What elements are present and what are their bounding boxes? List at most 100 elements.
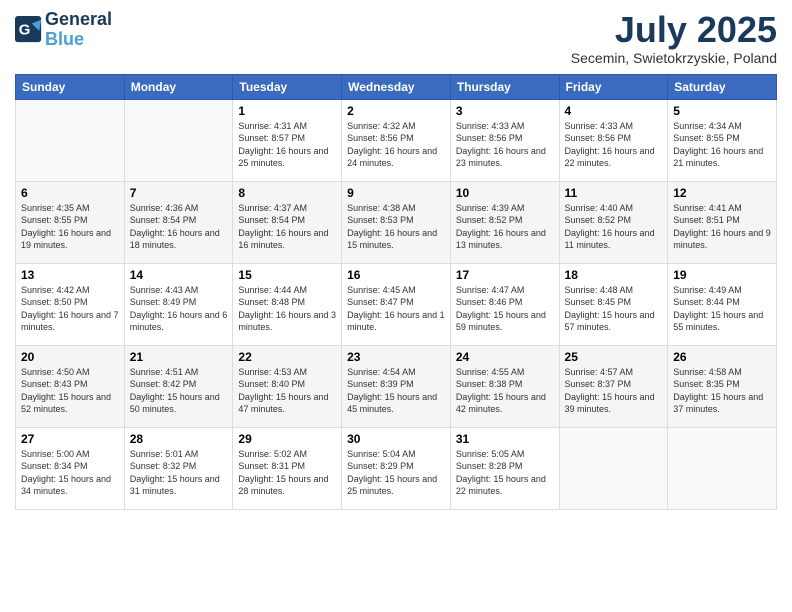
day-info: Sunrise: 4:32 AM Sunset: 8:56 PM Dayligh… <box>347 120 445 170</box>
day-number: 3 <box>456 104 554 118</box>
day-info: Sunrise: 4:48 AM Sunset: 8:45 PM Dayligh… <box>565 284 663 334</box>
day-number: 8 <box>238 186 336 200</box>
day-number: 25 <box>565 350 663 364</box>
calendar-cell: 15 Sunrise: 4:44 AM Sunset: 8:48 PM Dayli… <box>233 263 342 345</box>
calendar-cell: 14 Sunrise: 4:43 AM Sunset: 8:49 PM Dayli… <box>124 263 233 345</box>
day-number: 31 <box>456 432 554 446</box>
day-number: 2 <box>347 104 445 118</box>
day-number: 27 <box>21 432 119 446</box>
day-info: Sunrise: 5:04 AM Sunset: 8:29 PM Dayligh… <box>347 448 445 498</box>
day-number: 4 <box>565 104 663 118</box>
day-number: 21 <box>130 350 228 364</box>
day-info: Sunrise: 4:43 AM Sunset: 8:49 PM Dayligh… <box>130 284 228 334</box>
day-number: 17 <box>456 268 554 282</box>
calendar-cell <box>559 427 668 509</box>
calendar-cell: 3Sunrise: 4:33 AM Sunset: 8:56 PM Daylig… <box>450 99 559 181</box>
calendar-cell: 1 Sunrise: 4:31 AM Sunset: 8:57 PM Daylig… <box>233 99 342 181</box>
day-info: Sunrise: 4:44 AM Sunset: 8:48 PM Dayligh… <box>238 284 336 334</box>
header-saturday: Saturday <box>668 74 777 99</box>
calendar-week-1: 1 Sunrise: 4:31 AM Sunset: 8:57 PM Daylig… <box>16 99 777 181</box>
calendar-cell: 16 Sunrise: 4:45 AM Sunset: 8:47 PM Dayli… <box>342 263 451 345</box>
day-number: 11 <box>565 186 663 200</box>
day-number: 26 <box>673 350 771 364</box>
day-number: 14 <box>130 268 228 282</box>
calendar-cell: 13 Sunrise: 4:42 AM Sunset: 8:50 PM Dayli… <box>16 263 125 345</box>
day-info: Sunrise: 5:01 AM Sunset: 8:32 PM Dayligh… <box>130 448 228 498</box>
day-number: 6 <box>21 186 119 200</box>
calendar-cell <box>668 427 777 509</box>
calendar-table: SundayMondayTuesdayWednesdayThursdayFrid… <box>15 74 777 510</box>
day-info: Sunrise: 4:34 AM Sunset: 8:55 PM Dayligh… <box>673 120 771 170</box>
day-info: Sunrise: 4:31 AM Sunset: 8:57 PM Dayligh… <box>238 120 336 170</box>
day-number: 5 <box>673 104 771 118</box>
day-info: Sunrise: 4:47 AM Sunset: 8:46 PM Dayligh… <box>456 284 554 334</box>
calendar-cell: 20 Sunrise: 4:50 AM Sunset: 8:43 PM Dayli… <box>16 345 125 427</box>
day-number: 9 <box>347 186 445 200</box>
calendar-cell: 18Sunrise: 4:48 AM Sunset: 8:45 PM Dayli… <box>559 263 668 345</box>
header-wednesday: Wednesday <box>342 74 451 99</box>
month-title: July 2025 <box>571 10 777 50</box>
calendar-week-5: 27 Sunrise: 5:00 AM Sunset: 8:34 PM Dayli… <box>16 427 777 509</box>
day-number: 19 <box>673 268 771 282</box>
calendar-cell: 21 Sunrise: 4:51 AM Sunset: 8:42 PM Dayli… <box>124 345 233 427</box>
calendar-cell: 5 Sunrise: 4:34 AM Sunset: 8:55 PM Daylig… <box>668 99 777 181</box>
day-info: Sunrise: 4:42 AM Sunset: 8:50 PM Dayligh… <box>21 284 119 334</box>
day-info: Sunrise: 4:39 AM Sunset: 8:52 PM Dayligh… <box>456 202 554 252</box>
header-tuesday: Tuesday <box>233 74 342 99</box>
calendar-cell: 9 Sunrise: 4:38 AM Sunset: 8:53 PM Daylig… <box>342 181 451 263</box>
day-info: Sunrise: 4:49 AM Sunset: 8:44 PM Dayligh… <box>673 284 771 334</box>
day-number: 24 <box>456 350 554 364</box>
day-info: Sunrise: 4:37 AM Sunset: 8:54 PM Dayligh… <box>238 202 336 252</box>
location-subtitle: Secemin, Swietokrzyskie, Poland <box>571 50 777 66</box>
day-number: 13 <box>21 268 119 282</box>
day-number: 16 <box>347 268 445 282</box>
calendar-cell: 11 Sunrise: 4:40 AM Sunset: 8:52 PM Dayli… <box>559 181 668 263</box>
day-info: Sunrise: 4:51 AM Sunset: 8:42 PM Dayligh… <box>130 366 228 416</box>
day-info: Sunrise: 5:05 AM Sunset: 8:28 PM Dayligh… <box>456 448 554 498</box>
day-info: Sunrise: 4:57 AM Sunset: 8:37 PM Dayligh… <box>565 366 663 416</box>
logo-icon: G <box>15 16 43 44</box>
day-info: Sunrise: 4:55 AM Sunset: 8:38 PM Dayligh… <box>456 366 554 416</box>
calendar-cell: 22Sunrise: 4:53 AM Sunset: 8:40 PM Dayli… <box>233 345 342 427</box>
day-number: 30 <box>347 432 445 446</box>
calendar-cell: 29Sunrise: 5:02 AM Sunset: 8:31 PM Dayli… <box>233 427 342 509</box>
calendar-cell: 2 Sunrise: 4:32 AM Sunset: 8:56 PM Daylig… <box>342 99 451 181</box>
calendar-cell: 30 Sunrise: 5:04 AM Sunset: 8:29 PM Dayli… <box>342 427 451 509</box>
day-number: 10 <box>456 186 554 200</box>
calendar-cell: 19 Sunrise: 4:49 AM Sunset: 8:44 PM Dayli… <box>668 263 777 345</box>
day-info: Sunrise: 4:33 AM Sunset: 8:56 PM Dayligh… <box>565 120 663 170</box>
day-number: 22 <box>238 350 336 364</box>
day-info: Sunrise: 5:00 AM Sunset: 8:34 PM Dayligh… <box>21 448 119 498</box>
calendar-cell: 6Sunrise: 4:35 AM Sunset: 8:55 PM Daylig… <box>16 181 125 263</box>
calendar-cell: 26 Sunrise: 4:58 AM Sunset: 8:35 PM Dayli… <box>668 345 777 427</box>
day-info: Sunrise: 4:38 AM Sunset: 8:53 PM Dayligh… <box>347 202 445 252</box>
svg-text:G: G <box>19 21 31 38</box>
day-info: Sunrise: 4:41 AM Sunset: 8:51 PM Dayligh… <box>673 202 771 252</box>
header-monday: Monday <box>124 74 233 99</box>
day-number: 7 <box>130 186 228 200</box>
calendar-cell: 7Sunrise: 4:36 AM Sunset: 8:54 PM Daylig… <box>124 181 233 263</box>
calendar-header-row: SundayMondayTuesdayWednesdayThursdayFrid… <box>16 74 777 99</box>
calendar-cell: 8 Sunrise: 4:37 AM Sunset: 8:54 PM Daylig… <box>233 181 342 263</box>
page-header: G GeneralBlue July 2025 Secemin, Swietok… <box>15 10 777 66</box>
day-info: Sunrise: 4:50 AM Sunset: 8:43 PM Dayligh… <box>21 366 119 416</box>
calendar-week-3: 13 Sunrise: 4:42 AM Sunset: 8:50 PM Dayli… <box>16 263 777 345</box>
day-number: 20 <box>21 350 119 364</box>
calendar-cell: 25 Sunrise: 4:57 AM Sunset: 8:37 PM Dayli… <box>559 345 668 427</box>
calendar-cell: 4 Sunrise: 4:33 AM Sunset: 8:56 PM Daylig… <box>559 99 668 181</box>
calendar-week-2: 6Sunrise: 4:35 AM Sunset: 8:55 PM Daylig… <box>16 181 777 263</box>
day-info: Sunrise: 4:58 AM Sunset: 8:35 PM Dayligh… <box>673 366 771 416</box>
logo: G GeneralBlue <box>15 10 112 50</box>
header-friday: Friday <box>559 74 668 99</box>
calendar-cell: 28 Sunrise: 5:01 AM Sunset: 8:32 PM Dayli… <box>124 427 233 509</box>
day-info: Sunrise: 4:54 AM Sunset: 8:39 PM Dayligh… <box>347 366 445 416</box>
day-info: Sunrise: 5:02 AM Sunset: 8:31 PM Dayligh… <box>238 448 336 498</box>
day-info: Sunrise: 4:45 AM Sunset: 8:47 PM Dayligh… <box>347 284 445 334</box>
calendar-cell <box>124 99 233 181</box>
day-number: 15 <box>238 268 336 282</box>
day-number: 28 <box>130 432 228 446</box>
day-info: Sunrise: 4:40 AM Sunset: 8:52 PM Dayligh… <box>565 202 663 252</box>
calendar-cell: 23Sunrise: 4:54 AM Sunset: 8:39 PM Dayli… <box>342 345 451 427</box>
logo-text: GeneralBlue <box>45 10 112 50</box>
day-number: 1 <box>238 104 336 118</box>
